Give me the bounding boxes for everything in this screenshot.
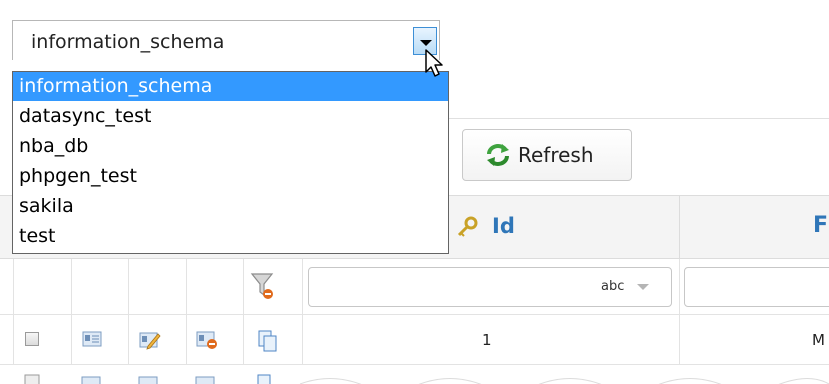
database-select-value: information_schema — [31, 31, 225, 53]
filter-type-label: abc — [601, 279, 625, 294]
table-row-partial — [0, 365, 829, 384]
cell-divider — [13, 259, 14, 315]
chevron-down-icon[interactable] — [637, 284, 649, 290]
cell-divider — [71, 259, 72, 315]
cell-divider — [186, 315, 187, 365]
cell-divider — [243, 259, 244, 315]
column-header-id-label: Id — [492, 214, 515, 238]
dropdown-option[interactable]: sakila — [13, 192, 448, 221]
grid-filter-row: abc — [0, 259, 829, 315]
cell-divider — [679, 315, 680, 365]
cell-divider — [679, 259, 680, 315]
cell-divider — [128, 315, 129, 365]
view-record-icon[interactable] — [82, 330, 102, 348]
delete-record-icon[interactable] — [196, 330, 218, 350]
header-divider — [679, 196, 680, 260]
mouse-cursor-icon — [425, 49, 443, 77]
toolbar-divider — [448, 118, 829, 119]
dropdown-option[interactable]: phpgen_test — [13, 162, 448, 191]
cell-divider — [243, 315, 244, 365]
column-header-f[interactable]: F — [813, 213, 828, 238]
refresh-icon — [487, 144, 509, 166]
cell-divider — [13, 315, 14, 365]
key-icon — [457, 216, 478, 237]
partial-row-icons — [24, 374, 829, 384]
dropdown-option[interactable]: test — [13, 222, 448, 251]
chevron-down-icon — [420, 40, 432, 46]
cell-divider — [71, 315, 72, 365]
dropdown-option[interactable]: datasync_test — [13, 102, 448, 131]
clear-filter-icon[interactable] — [250, 271, 276, 301]
refresh-button-label: Refresh — [518, 143, 594, 167]
copy-record-icon[interactable] — [257, 330, 279, 352]
cell-f: M — [812, 331, 825, 349]
f-filter-input[interactable] — [684, 267, 829, 307]
refresh-button[interactable]: Refresh — [462, 129, 632, 181]
row-checkbox[interactable] — [25, 332, 39, 346]
cell-divider — [302, 315, 303, 365]
cell-id: 1 — [482, 331, 492, 349]
cell-divider — [186, 259, 187, 315]
id-filter-input[interactable]: abc — [308, 267, 672, 307]
dropdown-option[interactable]: nba_db — [13, 132, 448, 161]
edit-record-icon[interactable] — [139, 330, 161, 350]
database-dropdown-list[interactable]: information_schema datasync_test nba_db … — [12, 71, 449, 254]
table-row: 1 M — [0, 315, 829, 365]
dropdown-option[interactable]: information_schema — [13, 72, 448, 101]
database-select[interactable]: information_schema — [12, 20, 440, 60]
cell-divider — [302, 259, 303, 315]
cell-divider — [128, 259, 129, 315]
